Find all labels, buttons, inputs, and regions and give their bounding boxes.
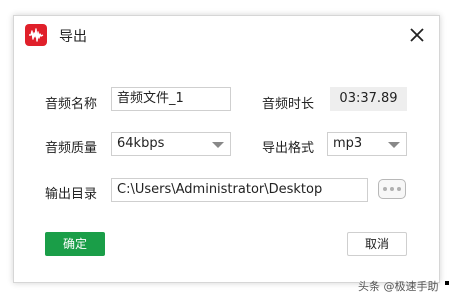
close-icon bbox=[410, 28, 424, 42]
export-format-select[interactable]: mp3 bbox=[327, 132, 407, 156]
output-dir-input[interactable]: C:\Users\Administrator\Desktop bbox=[111, 178, 368, 202]
close-button[interactable] bbox=[406, 24, 428, 46]
ok-button[interactable]: 确定 bbox=[45, 232, 105, 256]
audio-quality-select[interactable]: 64kbps bbox=[111, 132, 231, 156]
dialog-title: 导出 bbox=[59, 29, 87, 45]
export-format-label: 导出格式 bbox=[262, 141, 315, 156]
more-dots-icon bbox=[383, 187, 387, 191]
browse-button[interactable] bbox=[378, 179, 406, 199]
export-dialog: 导出 音频名称 音频文件_1 音频时长 03:37.89 音频质量 64kbps… bbox=[13, 15, 440, 283]
output-dir-label: 输出目录 bbox=[45, 187, 98, 202]
audio-name-label: 音频名称 bbox=[45, 97, 98, 112]
export-format-value: mp3 bbox=[333, 136, 363, 151]
audio-name-input[interactable]: 音频文件_1 bbox=[111, 87, 231, 111]
audio-waveform-icon bbox=[25, 24, 47, 46]
chevron-down-icon bbox=[212, 142, 224, 148]
corner-mark bbox=[445, 281, 449, 285]
chevron-down-icon bbox=[388, 142, 400, 148]
cancel-button[interactable]: 取消 bbox=[347, 232, 407, 256]
audio-duration-label: 音频时长 bbox=[262, 97, 315, 112]
audio-duration-value: 03:37.89 bbox=[330, 87, 407, 111]
audio-quality-label: 音频质量 bbox=[45, 141, 98, 156]
audio-quality-value: 64kbps bbox=[117, 136, 165, 151]
watermark-text: 头条 @极速手助 bbox=[358, 280, 439, 293]
